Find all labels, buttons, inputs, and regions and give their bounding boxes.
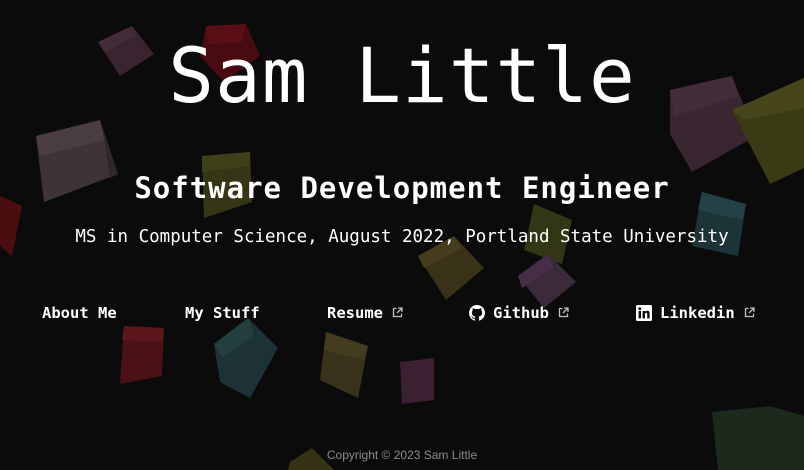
nav-resume-label: Resume (327, 304, 383, 322)
nav-linkedin-label: Linkedin (660, 304, 735, 322)
hero-job-title: Software Development Engineer (134, 171, 670, 205)
footer-copyright: Copyright © 2023 Sam Little (326, 448, 478, 462)
nav-linkedin-link[interactable]: Linkedin (636, 300, 755, 326)
external-link-icon (558, 307, 569, 318)
nav-my-stuff-link[interactable]: My Stuff (185, 300, 260, 326)
external-link-icon (744, 307, 755, 318)
linkedin-icon (636, 305, 652, 321)
hero-name: Sam Little (168, 31, 636, 120)
decorative-cube (118, 324, 166, 386)
github-icon (469, 305, 485, 321)
decorative-cube (210, 316, 280, 400)
nav-github-link[interactable]: Github (469, 300, 569, 326)
nav-about-me-label: About Me (42, 304, 117, 322)
main-nav: About Me My Stuff Resume Github Linkedin (0, 300, 804, 326)
decorative-cube (398, 358, 436, 406)
external-link-icon (392, 307, 403, 318)
nav-resume-link[interactable]: Resume (327, 300, 403, 326)
decorative-cube (316, 328, 372, 400)
nav-about-me-link[interactable]: About Me (42, 300, 117, 326)
hero-education: MS in Computer Science, August 2022, Por… (75, 227, 729, 247)
nav-my-stuff-label: My Stuff (185, 304, 260, 322)
landing-page: Sam Little Software Development Engineer… (0, 0, 804, 470)
nav-github-label: Github (493, 304, 549, 322)
